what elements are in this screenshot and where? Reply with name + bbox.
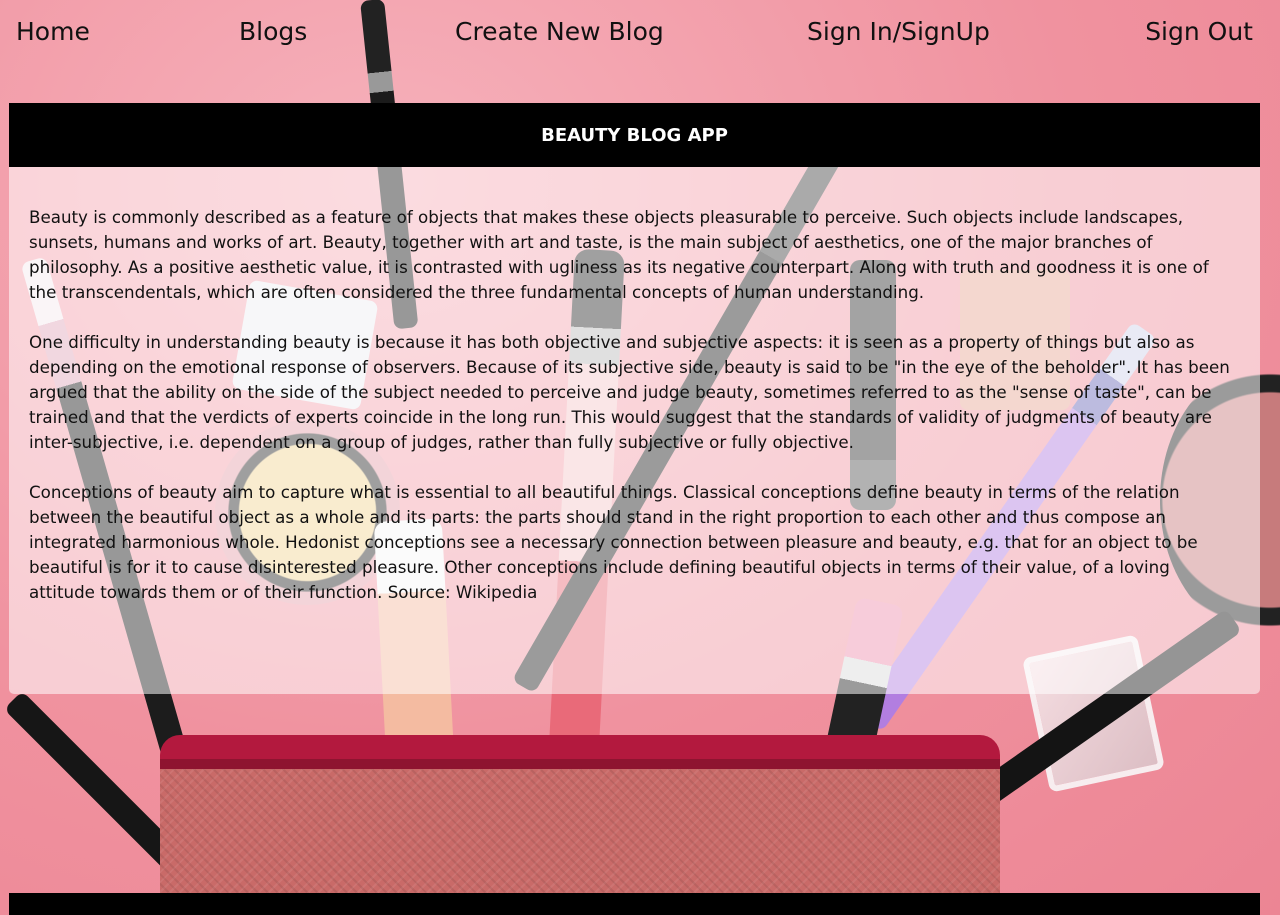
nav-link-home[interactable]: Home [16,14,90,50]
nav-link-sign-in-signup[interactable]: Sign In/SignUp [807,14,990,50]
nav-link-blogs[interactable]: Blogs [239,14,307,50]
blog-card: BEAUTY BLOG APP Beauty is commonly descr… [9,103,1260,694]
blog-paragraph-2: One difficulty in understanding beauty i… [29,332,1230,452]
nav-link-sign-out[interactable]: Sign Out [1145,14,1253,50]
blog-paragraph-1: Beauty is commonly described as a featur… [29,207,1209,302]
blog-card-body: Beauty is commonly described as a featur… [9,167,1260,605]
blog-paragraph-3: Conceptions of beauty aim to capture wha… [29,482,1198,602]
blog-card-header: BEAUTY BLOG APP [9,103,1260,167]
page-footer [9,893,1260,915]
nav-link-create-new-blog[interactable]: Create New Blog [455,14,664,50]
blog-card-title: BEAUTY BLOG APP [541,124,728,146]
top-navigation: Home Blogs Create New Blog Sign In/SignU… [0,0,1280,64]
